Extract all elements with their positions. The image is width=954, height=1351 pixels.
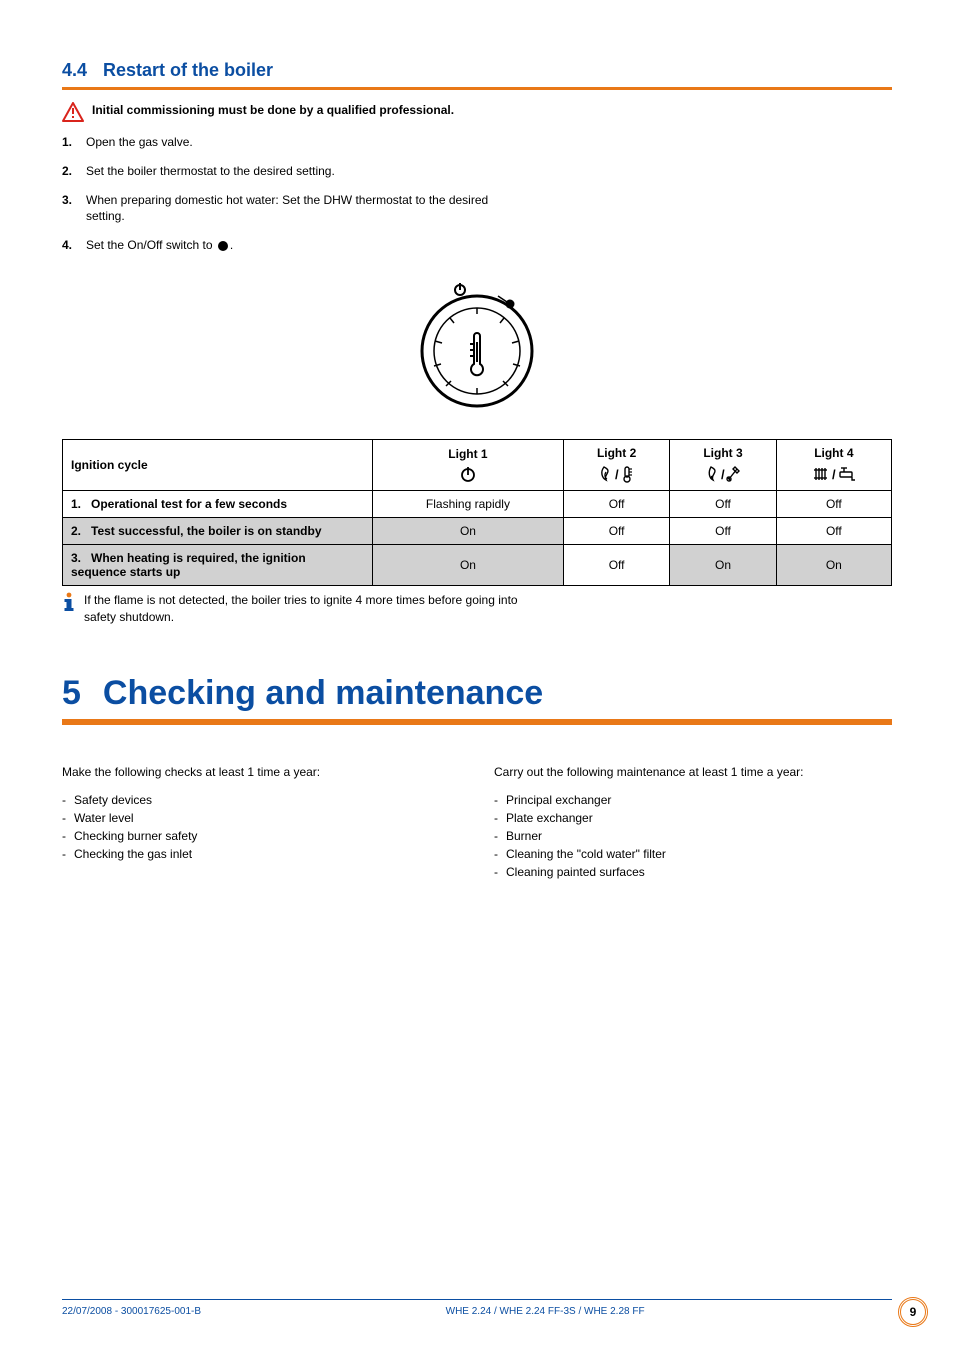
light-label: Light 3: [678, 446, 767, 460]
heading-title: Restart of the boiler: [103, 60, 273, 80]
info-text: If the flame is not detected, the boiler…: [84, 592, 522, 626]
table-row: 1.Operational test for a few seconds Fla…: [63, 490, 892, 517]
chapter-5: 5 Checking and maintenance Make the follo…: [62, 674, 892, 881]
cell: Off: [563, 544, 669, 585]
table-row: 2.Test successful, the boiler is on stan…: [63, 517, 892, 544]
step-item: 4. Set the On/Off switch to .: [62, 237, 522, 254]
step-item: 2. Set the boiler thermostat to the desi…: [62, 163, 522, 180]
step-item: 1. Open the gas valve.: [62, 134, 522, 151]
ignition-cycle-table: Ignition cycle Light 1 Light 2 /: [62, 439, 892, 586]
column-lead: Make the following checks at least 1 tim…: [62, 765, 460, 779]
checks-list: Safety devices Water level Checking burn…: [62, 791, 460, 863]
cell: Off: [670, 490, 776, 517]
step-number: 1.: [62, 134, 76, 151]
row-label: 3.When heating is required, the ignition…: [63, 544, 373, 585]
column-left: Make the following checks at least 1 tim…: [62, 765, 460, 881]
list-item: Safety devices: [62, 791, 460, 809]
step-text-pre: Set the On/Off switch to: [86, 238, 216, 252]
flame-thermometer-icon: /: [598, 466, 636, 480]
light-label: Light 4: [785, 446, 883, 460]
chapter-underline: [62, 719, 892, 725]
row-label: 1.Operational test for a few seconds: [63, 490, 373, 517]
footer-center: WHE 2.24 / WHE 2.24 FF-3S / WHE 2.28 FF: [446, 1306, 645, 1317]
list-item: Burner: [494, 827, 892, 845]
cell: Off: [776, 517, 891, 544]
footer-row: 22/07/2008 - 300017625-001-B WHE 2.24 / …: [62, 1306, 892, 1317]
chapter-title: Checking and maintenance: [103, 674, 543, 712]
svg-text:/: /: [615, 467, 619, 482]
table-header-light-4: Light 4 /: [776, 439, 891, 490]
cell: On: [373, 544, 564, 585]
cell: Off: [776, 490, 891, 517]
list-item: Cleaning the "cold water" filter: [494, 845, 892, 863]
step-number: 3.: [62, 192, 76, 226]
two-column-content: Make the following checks at least 1 tim…: [62, 765, 892, 881]
table-header-light-3: Light 3 /: [670, 439, 776, 490]
list-item: Plate exchanger: [494, 809, 892, 827]
section-4-4: 4.4 Restart of the boiler Initial commiss…: [62, 60, 892, 626]
table-row: 3.When heating is required, the ignition…: [63, 544, 892, 585]
flame-tool-icon: /: [704, 466, 742, 480]
info-block: If the flame is not detected, the boiler…: [62, 592, 522, 626]
step-text: Open the gas valve.: [86, 134, 193, 151]
steps-list: 1. Open the gas valve. 2. Set the boiler…: [62, 134, 522, 254]
cell: Off: [670, 517, 776, 544]
dial-illustration: [62, 266, 892, 421]
list-item: Principal exchanger: [494, 791, 892, 809]
table-header-light-2: Light 2 /: [563, 439, 669, 490]
warning-text: Initial commissioning must be done by a …: [92, 102, 454, 118]
list-item: Checking the gas inlet: [62, 845, 460, 863]
step-text: Set the boiler thermostat to the desired…: [86, 163, 335, 180]
svg-text:/: /: [832, 467, 836, 482]
on-indicator-dot-icon: [218, 241, 228, 251]
warning-block: Initial commissioning must be done by a …: [62, 102, 522, 122]
page-number-badge: 9: [898, 1297, 928, 1327]
heading-underline: [62, 87, 892, 90]
step-number: 4.: [62, 237, 76, 254]
step-text: When preparing domestic hot water: Set t…: [86, 192, 522, 226]
row-label: 2.Test successful, the boiler is on stan…: [63, 517, 373, 544]
step-text: Set the On/Off switch to .: [86, 237, 233, 254]
light-label: Light 2: [572, 446, 661, 460]
light-label: Light 1: [381, 447, 555, 461]
page-number: 9: [898, 1297, 928, 1327]
maintenance-list: Principal exchanger Plate exchanger Burn…: [494, 791, 892, 881]
power-icon: [459, 466, 477, 480]
cell: Flashing rapidly: [373, 490, 564, 517]
footer-rule: [62, 1299, 892, 1300]
cell: On: [670, 544, 776, 585]
heading-4-4: 4.4 Restart of the boiler: [62, 60, 892, 81]
step-item: 3. When preparing domestic hot water: Se…: [62, 192, 522, 226]
column-lead: Carry out the following maintenance at l…: [494, 765, 892, 779]
step-number: 2.: [62, 163, 76, 180]
heading-number: 4.4: [62, 60, 87, 80]
list-item: Water level: [62, 809, 460, 827]
info-icon: [62, 592, 76, 612]
table-header-light-1: Light 1: [373, 439, 564, 490]
svg-text:/: /: [721, 467, 725, 482]
footer-left: 22/07/2008 - 300017625-001-B: [62, 1306, 201, 1317]
list-item: Cleaning painted surfaces: [494, 863, 892, 881]
radiator-tap-icon: /: [812, 466, 856, 480]
cell: On: [776, 544, 891, 585]
step-text-post: .: [230, 238, 233, 252]
warning-triangle-icon: [62, 102, 84, 122]
chapter-heading: 5 Checking and maintenance: [62, 674, 892, 713]
cell: Off: [563, 490, 669, 517]
table-header-cycle: Ignition cycle: [63, 439, 373, 490]
column-right: Carry out the following maintenance at l…: [494, 765, 892, 881]
cell: On: [373, 517, 564, 544]
page-footer: 22/07/2008 - 300017625-001-B WHE 2.24 / …: [62, 1299, 892, 1317]
list-item: Checking burner safety: [62, 827, 460, 845]
cell: Off: [563, 517, 669, 544]
footer-right-spacer: [889, 1306, 892, 1317]
chapter-number: 5: [62, 674, 81, 712]
